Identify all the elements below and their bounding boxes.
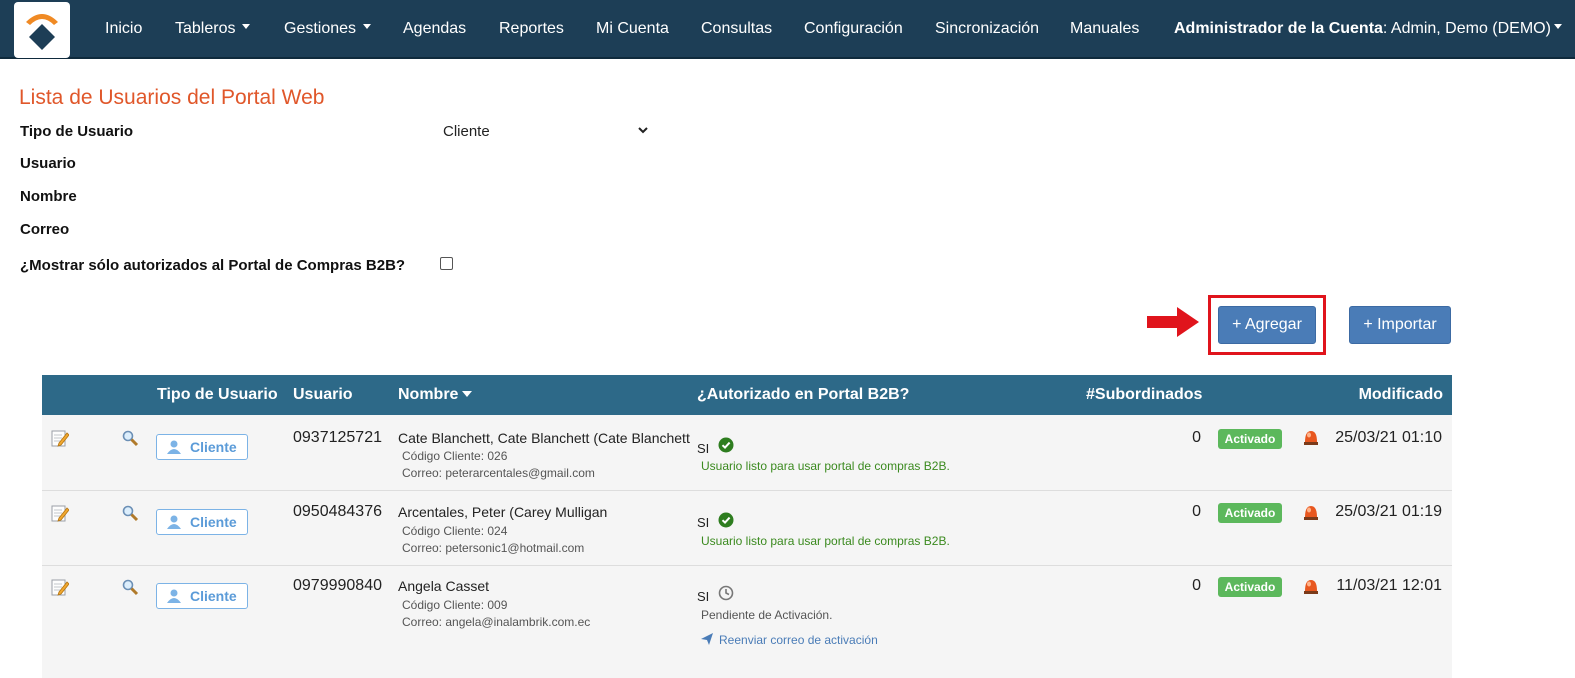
alarm-light-icon[interactable]: [1302, 577, 1320, 595]
nav-tableros[interactable]: Tableros: [175, 20, 251, 38]
magnifier-icon[interactable]: [121, 504, 139, 522]
nav-mi-cuenta[interactable]: Mi Cuenta: [596, 20, 669, 38]
chevron-down-icon[interactable]: [637, 124, 649, 136]
nav-reportes[interactable]: Reportes: [499, 20, 564, 38]
nav-sincronizacion[interactable]: Sincronización: [935, 20, 1039, 38]
nav-manuales[interactable]: Manuales: [1070, 20, 1139, 38]
status-badge: Activado: [1218, 429, 1282, 449]
auth-message: Usuario listo para usar portal de compra…: [701, 459, 950, 473]
magnifier-icon[interactable]: [121, 578, 139, 596]
column-header-usuario[interactable]: Usuario: [293, 386, 353, 404]
correo-value: Correo: peterarcentales@gmail.com: [402, 466, 595, 480]
codigo-cliente: Código Cliente: 026: [402, 449, 508, 463]
nav-agendas[interactable]: Agendas: [403, 20, 466, 38]
nombre-value: Cate Blanchett, Cate Blanchett (Cate Bla…: [398, 430, 690, 446]
caret-down-icon: [363, 24, 372, 30]
subordinados-count: 0: [1192, 429, 1201, 446]
edit-icon[interactable]: [51, 578, 69, 596]
codigo-cliente: Código Cliente: 009: [402, 598, 508, 612]
top-navbar: Inicio Tableros Gestiones Agendas Report…: [0, 0, 1575, 59]
edit-icon[interactable]: [51, 504, 69, 522]
nav-consultas[interactable]: Consultas: [701, 20, 772, 38]
nombre-label: Nombre: [20, 188, 77, 205]
nombre-value: Arcentales, Peter (Carey Mulligan: [398, 504, 608, 520]
usuario-value: 0950484376: [293, 503, 382, 520]
tipo-usuario-label: Tipo de Usuario: [20, 123, 134, 140]
check-circle-icon: [718, 437, 734, 453]
user-icon: [167, 440, 181, 454]
nav-gestiones[interactable]: Gestiones: [284, 20, 372, 38]
edit-icon[interactable]: [51, 429, 69, 447]
alarm-light-icon[interactable]: [1302, 503, 1320, 521]
modified-date: 11/03/21 12:01: [1336, 577, 1442, 594]
column-header-subordinados[interactable]: #Subordinados: [1086, 386, 1202, 404]
account-menu[interactable]: Administrador de la Cuenta: Admin, Demo …: [1174, 20, 1562, 38]
paper-plane-icon: [701, 633, 713, 645]
check-circle-icon: [718, 512, 734, 528]
subordinados-count: 0: [1192, 577, 1201, 594]
correo-label: Correo: [20, 221, 70, 238]
alarm-light-icon[interactable]: [1302, 428, 1320, 446]
modified-date: 25/03/21 01:19: [1335, 503, 1442, 520]
right-arrow-icon: [1147, 307, 1199, 337]
auth-si: SI: [697, 441, 710, 456]
auth-message: Pendiente de Activación.: [701, 608, 833, 622]
b2b-filter-label: ¿Mostrar sólo autorizados al Portal de C…: [20, 257, 406, 274]
auth-si: SI: [697, 515, 710, 530]
auth-message: Usuario listo para usar portal de compra…: [701, 534, 950, 548]
clock-icon: [718, 585, 734, 601]
correo-value: Correo: petersonic1@hotmail.com: [402, 541, 585, 555]
page-title: Lista de Usuarios del Portal Web: [19, 86, 325, 109]
usuario-value: 0937125721: [293, 429, 382, 446]
user-type-badge[interactable]: Cliente: [156, 434, 248, 460]
user-icon: [167, 515, 181, 529]
column-header-modificado[interactable]: Modificado: [1359, 386, 1443, 404]
import-users-button[interactable]: + Importar: [1349, 306, 1451, 344]
status-badge: Activado: [1218, 577, 1282, 597]
column-header-autorizado[interactable]: ¿Autorizado en Portal B2B?: [697, 386, 909, 404]
column-header-nombre[interactable]: Nombre: [398, 386, 473, 404]
status-badge: Activado: [1218, 503, 1282, 523]
table-row: Cliente 0937125721 Cate Blanchett, Cate …: [42, 415, 1452, 491]
table-row: Cliente 0950484376 Arcentales, Peter (Ca…: [42, 491, 1452, 566]
caret-down-icon: [242, 24, 251, 30]
table-row: Cliente 0979990840 Angela Casset Código …: [42, 566, 1452, 678]
usuario-label: Usuario: [20, 155, 76, 172]
b2b-only-checkbox[interactable]: [440, 257, 453, 270]
usuario-value: 0979990840: [293, 577, 382, 594]
subordinados-count: 0: [1192, 503, 1201, 520]
correo-value: Correo: angela@inalambrik.com.ec: [402, 615, 591, 629]
nav-configuracion[interactable]: Configuración: [804, 20, 903, 38]
modified-date: 25/03/21 01:10: [1335, 429, 1442, 446]
resend-activation-link[interactable]: Reenviar correo de activación: [701, 633, 878, 647]
user-type-badge[interactable]: Cliente: [156, 509, 248, 535]
user-icon: [167, 589, 181, 603]
tipo-usuario-select[interactable]: Cliente: [443, 123, 490, 140]
nombre-value: Angela Casset: [398, 578, 490, 594]
caret-down-icon: [1553, 24, 1562, 30]
add-user-button[interactable]: + Agregar: [1218, 306, 1316, 344]
magnifier-icon[interactable]: [121, 429, 139, 447]
table-header: Tipo de Usuario Usuario Nombre ¿Autoriza…: [42, 375, 1452, 415]
sort-desc-icon: [462, 390, 473, 397]
auth-si: SI: [697, 589, 710, 604]
user-type-badge[interactable]: Cliente: [156, 583, 248, 609]
company-logo[interactable]: [14, 2, 70, 58]
nav-inicio[interactable]: Inicio: [105, 20, 142, 38]
codigo-cliente: Código Cliente: 024: [402, 524, 508, 538]
column-header-tipo[interactable]: Tipo de Usuario: [157, 386, 278, 404]
